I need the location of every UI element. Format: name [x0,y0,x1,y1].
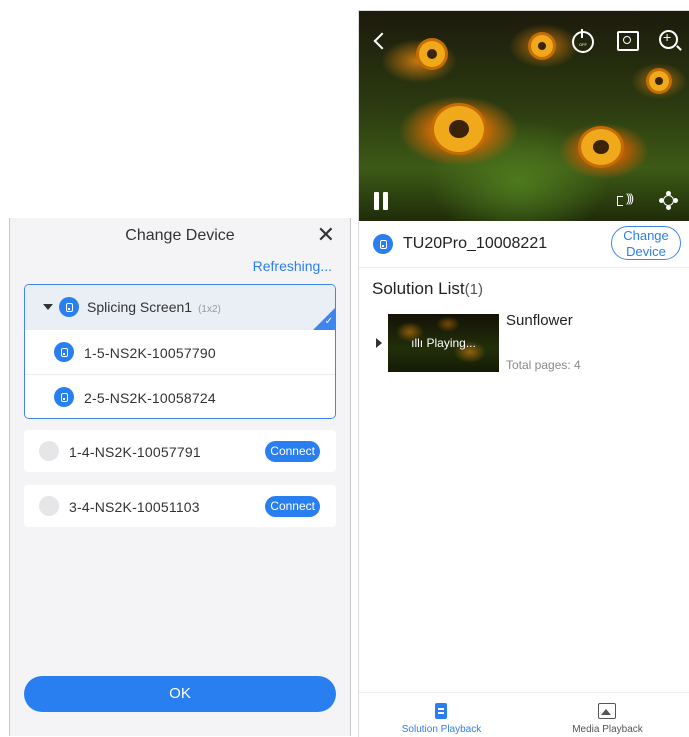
solution-thumbnail[interactable]: ıllı Playing... [388,314,499,372]
solution-name[interactable]: Sunflower [506,312,573,329]
sunflower-decoration [531,35,553,57]
splicing-screen-icon [59,297,79,317]
solution-doc-icon [435,703,447,719]
video-preview[interactable]: OFF [359,11,689,221]
solution-list-heading: Solution List(1) [372,279,483,298]
device-icon [39,441,59,461]
connect-button[interactable]: Connect [265,441,320,462]
back-icon[interactable] [373,32,391,50]
device-name: 1-4-NS2K-10057791 [69,444,201,460]
refresh-status[interactable]: Refreshing... [253,258,332,274]
sunflower-decoration [581,129,621,165]
check-mark-icon: ✓ [324,316,333,327]
player-screen: OFF TU20Pro_10008221 Change Device Solut… [358,10,689,737]
tab-label: Media Playback [572,724,643,735]
power-off-icon[interactable]: OFF [572,29,594,53]
device-name: 2-5-NS2K-10058724 [84,390,216,406]
media-image-icon [598,703,616,719]
volume-icon[interactable] [617,191,643,209]
sunflower-decoration [649,71,669,91]
close-icon[interactable]: ✕ [317,224,335,246]
change-device-dialog: Change Device ✕ Refreshing... Splicing S… [9,218,351,736]
solution-pages: Total pages: 4 [506,358,581,372]
group-size: (1x2) [198,304,221,315]
caret-down-icon[interactable] [43,304,53,310]
device-icon [54,342,74,362]
dialog-title: Change Device [125,227,235,244]
device-icon [54,387,74,407]
zoom-in-icon[interactable] [659,29,678,49]
change-device-button[interactable]: Change Device [611,226,681,260]
device-name: 1-5-NS2K-10057790 [84,345,216,361]
tab-media-playback[interactable]: Media Playback [525,693,689,737]
sunflower-decoration [434,106,484,152]
device-group-header[interactable]: Splicing Screen1 (1x2) ✓ [25,285,335,330]
playing-status: ıllı Playing... [411,336,476,350]
group-name: Splicing Screen1 (1x2) [87,299,221,315]
tab-label: Solution Playback [401,724,482,735]
device-icon [39,496,59,516]
ok-button[interactable]: OK [24,676,336,712]
device-group-card[interactable]: Splicing Screen1 (1x2) ✓ 1-5-NS2K-1005779… [24,284,336,419]
pause-icon[interactable] [374,192,390,210]
current-device-name: TU20Pro_10008221 [403,235,548,252]
bottom-tab-bar: Solution Playback Media Playback [359,692,689,737]
device-row[interactable]: 1-4-NS2K-10057791 Connect [24,430,336,472]
group-device-row[interactable]: 1-5-NS2K-10057790 [25,330,335,374]
group-device-row[interactable]: 2-5-NS2K-10058724 [25,374,335,418]
brightness-icon[interactable] [663,195,674,206]
screenshot-icon[interactable] [617,31,639,51]
device-row[interactable]: 3-4-NS2K-10051103 Connect [24,485,336,527]
device-name: 3-4-NS2K-10051103 [69,499,200,515]
solution-count: (1) [464,281,483,298]
caret-right-icon[interactable] [376,338,382,348]
tab-solution-playback[interactable]: Solution Playback [359,693,524,737]
device-icon [373,234,393,254]
current-device-bar: TU20Pro_10008221 Change Device [359,221,689,268]
connect-button[interactable]: Connect [265,496,320,517]
sunflower-decoration [419,41,445,67]
